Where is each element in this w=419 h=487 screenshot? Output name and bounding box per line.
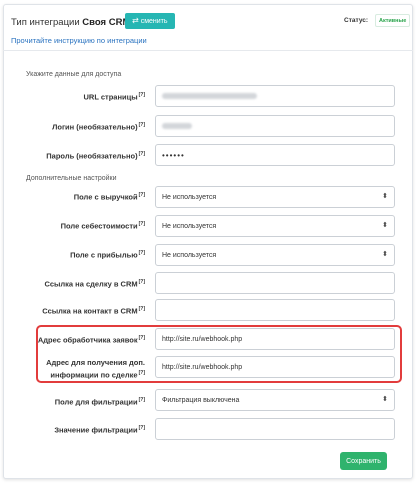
filter-value-label: Значение фильтрации[?] (5, 423, 145, 436)
handler-label-text: Адрес обработчика заявок (37, 335, 138, 345)
url-label-text: URL страницы (83, 92, 138, 102)
deal-info-label: Адрес для получения доп. информации по с… (5, 357, 145, 381)
handler-url-input[interactable]: http://site.ru/webhook.php (155, 328, 395, 350)
profit-label: Поле с прибылью[?] (5, 248, 145, 261)
cost-select[interactable]: Не используется ⬍ (155, 215, 395, 237)
cost-label: Поле себестоимости[?] (5, 219, 145, 232)
integration-type-title: Тип интеграции Своя CRM (11, 17, 130, 28)
filter-value-label-text: Значение фильтрации (54, 425, 138, 435)
handler-label: Адрес обработчика заявок[?] (5, 333, 145, 346)
password-input[interactable]: •••••• (155, 144, 395, 166)
swap-arrows-icon: ⇄ (132, 16, 139, 25)
save-button[interactable]: Сохранить (340, 452, 387, 470)
deal-info-url-input[interactable]: http://site.ru/webhook.php (155, 356, 395, 378)
integration-type-label: Тип интеграции (11, 17, 80, 28)
section-access-heading: Укажите данные для доступа (26, 71, 122, 78)
profit-select-value: Не используется (162, 251, 217, 259)
filter-field-label: Поле для фильтрации[?] (5, 395, 145, 408)
change-integration-button[interactable]: ⇄ сменить (125, 13, 175, 29)
filter-value-input[interactable] (155, 418, 395, 440)
deal-info-label-line2: информации по сделке (50, 370, 138, 380)
filter-field-label-text: Поле для фильтрации (54, 397, 138, 407)
change-integration-label: сменить (140, 17, 168, 25)
revenue-select[interactable]: Не используется ⬍ (155, 186, 395, 208)
filter-field-select[interactable]: Фильтрация выключена ⬍ (155, 389, 395, 411)
login-label: Логин (необязательно)[?] (5, 120, 145, 133)
login-redacted-value (162, 123, 192, 129)
filter-field-hint[interactable]: [?] (139, 397, 145, 403)
revenue-hint[interactable]: [?] (139, 192, 145, 198)
deal-link-label-text: Ссылка на сделку в CRM (44, 279, 138, 289)
profit-select[interactable]: Не используется ⬍ (155, 244, 395, 266)
password-value: •••••• (162, 150, 185, 160)
integration-type-value: Своя CRM (82, 17, 131, 28)
deal-info-url-value: http://site.ru/webhook.php (162, 363, 243, 371)
login-hint[interactable]: [?] (139, 122, 145, 128)
chevron-updown-icon: ⬍ (382, 222, 388, 229)
url-input[interactable] (155, 85, 395, 107)
cost-select-value: Не используется (162, 222, 217, 230)
login-input[interactable] (155, 115, 395, 137)
url-hint[interactable]: [?] (139, 92, 145, 98)
chevron-updown-icon: ⬍ (382, 396, 388, 403)
deal-info-label-line1: Адрес для получения доп. (46, 358, 145, 367)
handler-url-value: http://site.ru/webhook.php (162, 335, 243, 343)
password-label: Пароль (необязательно)[?] (5, 149, 145, 162)
section-additional-heading: Дополнительные настройки (26, 175, 117, 182)
status-label: Статус: (344, 17, 369, 24)
password-label-text: Пароль (необязательно) (46, 151, 138, 161)
instructions-link[interactable]: Прочитайте инструкцию по интеграции (11, 36, 147, 45)
contact-link-hint[interactable]: [?] (139, 306, 145, 312)
deal-link-label: Ссылка на сделку в CRM[?] (5, 277, 146, 290)
handler-hint[interactable]: [?] (139, 335, 145, 341)
chevron-updown-icon: ⬍ (382, 251, 388, 258)
status-badge: Активные (375, 14, 411, 27)
cost-hint[interactable]: [?] (139, 221, 145, 227)
contact-link-label: Ссылка на контакт в CRM[?] (5, 304, 145, 317)
filter-field-select-value: Фильтрация выключена (162, 396, 240, 404)
password-hint[interactable]: [?] (139, 151, 145, 157)
cost-label-text: Поле себестоимости (60, 221, 138, 231)
url-redacted-value (162, 93, 257, 99)
chevron-updown-icon: ⬍ (382, 193, 388, 200)
filter-value-hint[interactable]: [?] (139, 425, 145, 431)
header-divider (3, 50, 413, 51)
revenue-label-text: Поле с выручкой (73, 192, 138, 202)
contact-link-input[interactable] (155, 299, 395, 321)
profit-hint[interactable]: [?] (139, 250, 145, 256)
profit-label-text: Поле с прибылью (70, 250, 138, 260)
login-label-text: Логин (необязательно) (52, 122, 138, 132)
contact-link-label-text: Ссылка на контакт в CRM (42, 306, 138, 316)
revenue-select-value: Не используется (162, 193, 217, 201)
deal-info-hint[interactable]: [?] (139, 370, 145, 376)
url-label: URL страницы[?] (5, 90, 145, 103)
deal-link-input[interactable] (155, 272, 395, 294)
deal-link-hint[interactable]: [?] (139, 279, 145, 285)
revenue-label: Поле с выручкой[?] (5, 190, 145, 203)
